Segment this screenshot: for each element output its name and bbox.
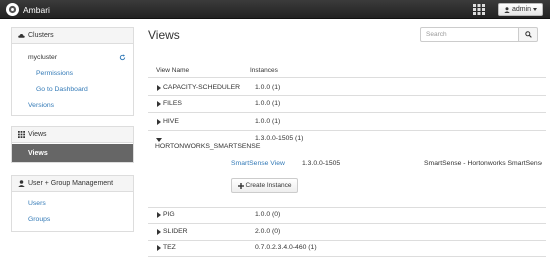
view-name: SLIDER	[163, 228, 188, 235]
view-instances: 1.3.0.0-1505 (1)	[255, 135, 304, 142]
rename-cluster-icon[interactable]	[119, 54, 126, 61]
caret-right-icon	[157, 118, 161, 125]
divider	[148, 256, 546, 257]
views-heading: Views	[28, 131, 47, 138]
clusters-heading: Clusters	[28, 32, 54, 39]
views-grid-icon[interactable]	[473, 4, 485, 15]
view-instances: 1.0.0 (1)	[255, 100, 281, 107]
caret-right-icon	[157, 244, 161, 251]
divider	[148, 207, 546, 208]
groups-link[interactable]: Groups	[28, 216, 50, 223]
view-row-files[interactable]: FILES	[157, 100, 182, 107]
divider	[148, 95, 546, 96]
instance-link-smartsense-view[interactable]: SmartSense View	[231, 160, 285, 167]
view-name: HIVE	[163, 118, 179, 125]
view-instances: 1.0.0 (1)	[255, 84, 281, 91]
divider	[148, 223, 546, 224]
versions-link[interactable]: Versions	[28, 102, 54, 109]
top-navbar: Ambari admin	[0, 0, 550, 19]
views-panel-header: Views	[12, 127, 133, 143]
divider	[148, 77, 546, 78]
column-header-view-name: View Name	[156, 67, 190, 74]
column-header-instances: Instances	[250, 67, 278, 74]
clusters-panel-header: Clusters	[12, 28, 133, 44]
caret-down-icon[interactable]	[156, 138, 162, 142]
view-name: PIG	[163, 211, 175, 218]
divider	[148, 240, 546, 241]
page-title: Views	[148, 28, 180, 42]
user-icon	[504, 6, 510, 13]
view-name: CAPACITY-SCHEDULER	[163, 84, 241, 91]
views-panel: Views Views	[11, 126, 134, 163]
caret-right-icon	[157, 100, 161, 107]
search-icon	[524, 31, 532, 38]
view-name: TEZ	[163, 244, 176, 251]
user-group-panel: User + Group Management Users Groups	[11, 175, 134, 232]
user-group-heading: User + Group Management	[28, 180, 114, 187]
brand-name[interactable]: Ambari	[23, 5, 50, 15]
view-row-hive[interactable]: HIVE	[157, 118, 179, 125]
view-instances: 0.7.0.2.3.4.0-460 (1)	[255, 244, 317, 251]
user-group-panel-header: User + Group Management	[12, 176, 133, 192]
create-instance-label: Create Instance	[245, 182, 292, 189]
instance-version: 1.3.0.0-1505	[302, 160, 341, 167]
chevron-down-icon	[533, 8, 538, 11]
caret-right-icon	[157, 84, 161, 91]
user-menu-label: admin	[511, 6, 532, 13]
view-name: FILES	[163, 100, 182, 107]
caret-right-icon	[157, 228, 161, 235]
cluster-name: mycluster	[28, 54, 58, 61]
divider	[148, 112, 546, 113]
ambari-logo-icon[interactable]	[6, 3, 19, 16]
plus-icon	[237, 182, 244, 189]
view-row-tez[interactable]: TEZ	[157, 244, 176, 251]
users-link[interactable]: Users	[28, 200, 46, 207]
grid-icon	[18, 131, 25, 138]
caret-right-icon	[157, 211, 161, 218]
create-instance-button[interactable]: Create Instance	[231, 178, 298, 193]
search-button[interactable]	[519, 27, 538, 42]
user-icon	[18, 180, 25, 187]
instance-description: SmartSense - Hortonworks SmartSense	[424, 160, 542, 167]
search-input[interactable]	[421, 28, 518, 41]
clusters-panel: Clusters mycluster Permissions Go to Das…	[11, 27, 134, 116]
view-row-pig[interactable]: PIG	[157, 211, 175, 218]
search-box	[420, 27, 519, 42]
user-menu-button[interactable]: admin	[498, 3, 543, 16]
view-instances: 1.0.0 (0)	[255, 211, 281, 218]
view-instances: 1.0.0 (1)	[255, 118, 281, 125]
cloud-icon	[18, 33, 25, 38]
view-row-hortonworks-smartsense[interactable]: HORTONWORKS_SMARTSENSE	[155, 143, 260, 150]
view-row-capacity-scheduler[interactable]: CAPACITY-SCHEDULER	[157, 84, 240, 91]
view-row-slider[interactable]: SLIDER	[157, 228, 188, 235]
permissions-link[interactable]: Permissions	[36, 70, 73, 77]
sidebar-item-views[interactable]: Views	[12, 144, 133, 162]
view-instances: 2.0.0 (0)	[255, 228, 281, 235]
go-to-dashboard-link[interactable]: Go to Dashboard	[36, 86, 88, 93]
